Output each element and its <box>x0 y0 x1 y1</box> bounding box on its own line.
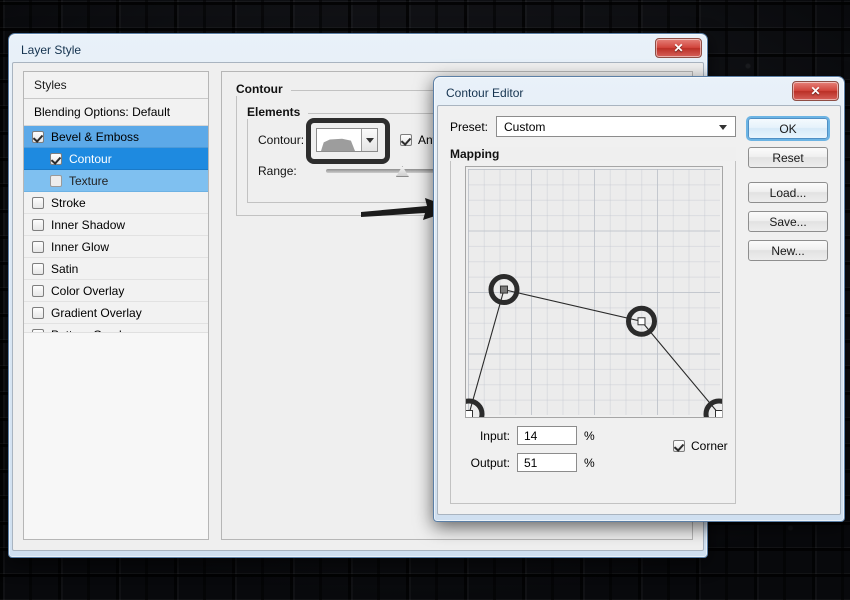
preset-select[interactable]: Custom <box>496 116 736 137</box>
effect-label: Satin <box>51 262 78 276</box>
effect-label: Bevel & Emboss <box>51 130 139 144</box>
contour-editor-close-button[interactable]: ✕ <box>792 81 839 101</box>
effect-label: Stroke <box>51 196 86 210</box>
layer-style-titlebar[interactable]: Layer Style ✕ <box>12 37 704 62</box>
effect-row-texture[interactable]: Texture <box>24 170 208 192</box>
effect-checkbox[interactable] <box>32 263 44 275</box>
effect-row-gradient-overlay[interactable]: Gradient Overlay <box>24 302 208 324</box>
preset-label: Preset: <box>450 120 488 134</box>
output-row: Output: % <box>463 453 723 472</box>
input-output-cluster: Input: % Output: % Corner <box>463 418 723 472</box>
reset-button[interactable]: Reset <box>748 147 828 168</box>
contour-editor-main-column: Preset: Custom Mapping <box>450 116 736 504</box>
ok-button[interactable]: OK <box>748 118 828 139</box>
input-label: Input: <box>463 429 517 443</box>
output-field[interactable] <box>517 453 577 472</box>
contour-thumbnail <box>317 129 361 151</box>
effect-checkbox[interactable] <box>32 285 44 297</box>
curve-control-point-0[interactable] <box>466 411 473 418</box>
curve-control-point-3[interactable] <box>716 411 723 418</box>
curve-control-point-2[interactable] <box>638 318 645 325</box>
layer-style-title: Layer Style <box>21 43 81 57</box>
effect-checkbox[interactable] <box>32 329 44 333</box>
output-percent-label: % <box>584 456 595 470</box>
effect-row-inner-shadow[interactable]: Inner Shadow <box>24 214 208 236</box>
contour-dropdown-button[interactable] <box>361 129 377 151</box>
new-button[interactable]: New... <box>748 240 828 261</box>
mapping-group: Mapping Input: % <box>450 147 736 504</box>
preset-row: Preset: Custom <box>450 116 736 137</box>
close-icon: ✕ <box>673 41 683 55</box>
effect-checkbox[interactable] <box>50 153 62 165</box>
styles-panel: Styles Blending Options: Default Bevel &… <box>23 71 209 540</box>
contour-editor-titlebar[interactable]: Contour Editor ✕ <box>437 80 841 105</box>
effect-label: Inner Shadow <box>51 218 125 232</box>
effect-checkbox[interactable] <box>50 175 62 187</box>
effect-label: Contour <box>69 152 112 166</box>
contour-editor-title: Contour Editor <box>446 86 523 100</box>
effect-row-stroke[interactable]: Stroke <box>24 192 208 214</box>
corner-label: Corner <box>691 439 728 453</box>
effect-label: Inner Glow <box>51 240 109 254</box>
effect-row-satin[interactable]: Satin <box>24 258 208 280</box>
effect-label: Color Overlay <box>51 284 124 298</box>
contour-editor-dialog: Contour Editor ✕ Preset: Custom Mapping <box>433 76 845 522</box>
effect-checkbox[interactable] <box>32 131 44 143</box>
effects-list-empty-area <box>24 332 208 539</box>
effect-row-bevel-emboss[interactable]: Bevel & Emboss <box>24 126 208 148</box>
effect-checkbox[interactable] <box>32 219 44 231</box>
styles-header: Styles <box>24 72 208 99</box>
effect-label: Texture <box>69 174 108 188</box>
save-button[interactable]: Save... <box>748 211 828 232</box>
curve-control-point-1[interactable] <box>501 286 508 293</box>
mapping-group-title: Mapping <box>450 147 736 161</box>
mapping-group-box: Input: % Output: % Corner <box>450 152 736 504</box>
effect-checkbox[interactable] <box>32 197 44 209</box>
range-field-label: Range: <box>258 164 316 178</box>
corner-control[interactable]: Corner <box>673 439 728 453</box>
effect-row-contour[interactable]: Contour <box>24 148 208 170</box>
preset-selected-value: Custom <box>504 120 545 134</box>
contour-editor-body: Preset: Custom Mapping <box>437 105 841 515</box>
effect-row-inner-glow[interactable]: Inner Glow <box>24 236 208 258</box>
close-icon: ✕ <box>810 84 820 98</box>
curve-canvas[interactable] <box>466 167 722 417</box>
contour-curve-graph[interactable] <box>465 166 723 418</box>
blending-options-row[interactable]: Blending Options: Default <box>24 99 208 126</box>
effect-label: Gradient Overlay <box>51 306 142 320</box>
input-percent-label: % <box>584 429 595 443</box>
input-field[interactable] <box>517 426 577 445</box>
contour-editor-button-column: OK Reset Load... Save... New... <box>748 116 828 504</box>
contour-preset-picker[interactable] <box>316 128 378 152</box>
effect-checkbox[interactable] <box>32 241 44 253</box>
chevron-down-icon <box>366 138 374 143</box>
effect-row-color-overlay[interactable]: Color Overlay <box>24 280 208 302</box>
effect-checkbox[interactable] <box>32 307 44 319</box>
contour-group-title: Contour <box>236 82 291 96</box>
load-button[interactable]: Load... <box>748 182 828 203</box>
effect-row-pattern-overlay[interactable]: Pattern Overlay <box>24 324 208 332</box>
elements-group-title: Elements <box>247 105 308 119</box>
contour-curve-preview-icon <box>321 138 355 151</box>
contour-curve-path <box>469 290 719 414</box>
contour-field-label: Contour: <box>258 133 316 147</box>
anti-aliased-checkbox[interactable] <box>400 134 412 146</box>
effects-list: Bevel & Emboss Contour Texture Stroke Inner … <box>24 126 208 332</box>
output-label: Output: <box>463 456 517 470</box>
layer-style-close-button[interactable]: ✕ <box>655 38 702 58</box>
corner-checkbox[interactable] <box>673 440 685 452</box>
chevron-down-icon <box>719 125 727 130</box>
